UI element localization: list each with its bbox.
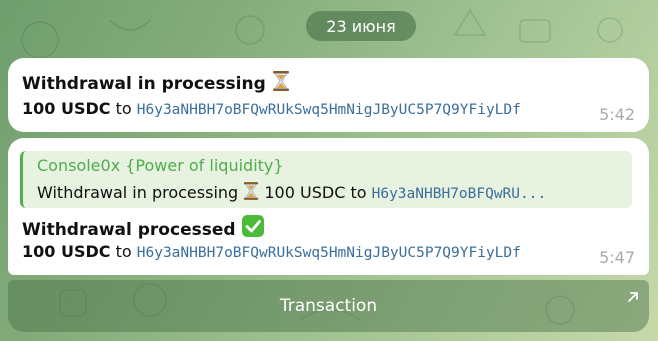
- amount: 100 USDC: [22, 99, 111, 118]
- date-separator: 23 июня: [306, 11, 416, 41]
- hourglass-icon: [272, 70, 290, 97]
- message-bubble[interactable]: Withdrawal in processing 100 USDC to H6y…: [8, 58, 649, 132]
- reply-author: Console0x {Power of liquidity}: [37, 156, 284, 175]
- message-title: Withdrawal in processing: [22, 70, 290, 97]
- wallet-address[interactable]: H6y3aNHBH7oBFQwRUkSwq5HmNigJByUC5P7Q9YFi…: [137, 245, 521, 261]
- check-mark-icon: [241, 214, 265, 243]
- message-title: Withdrawal processed: [22, 214, 265, 243]
- amount: 100 USDC: [22, 242, 111, 261]
- wallet-address[interactable]: H6y3aNHBH7oBFQwRUkSwq5HmNigJByUC5P7Q9YFi…: [137, 102, 521, 118]
- message-time: 5:42: [599, 105, 635, 124]
- transaction-button-label: Transaction: [279, 296, 378, 316]
- message-bubble[interactable]: Console0x {Power of liquidity} Withdrawa…: [8, 138, 649, 275]
- message-body: 100 USDC to H6y3aNHBH7oBFQwRUkSwq5HmNigJ…: [22, 242, 521, 261]
- reply-quote[interactable]: Console0x {Power of liquidity} Withdrawa…: [20, 151, 632, 208]
- external-arrow-icon: [627, 288, 639, 302]
- transaction-button[interactable]: Transaction: [8, 280, 649, 332]
- reply-text: Withdrawal in processing 100 USDC to H6y…: [37, 181, 546, 205]
- message-time: 5:47: [599, 248, 635, 267]
- message-body: 100 USDC to H6y3aNHBH7oBFQwRUkSwq5HmNigJ…: [22, 99, 521, 118]
- hourglass-icon: [243, 181, 259, 205]
- to-label: to: [115, 99, 132, 118]
- to-label: to: [115, 242, 132, 261]
